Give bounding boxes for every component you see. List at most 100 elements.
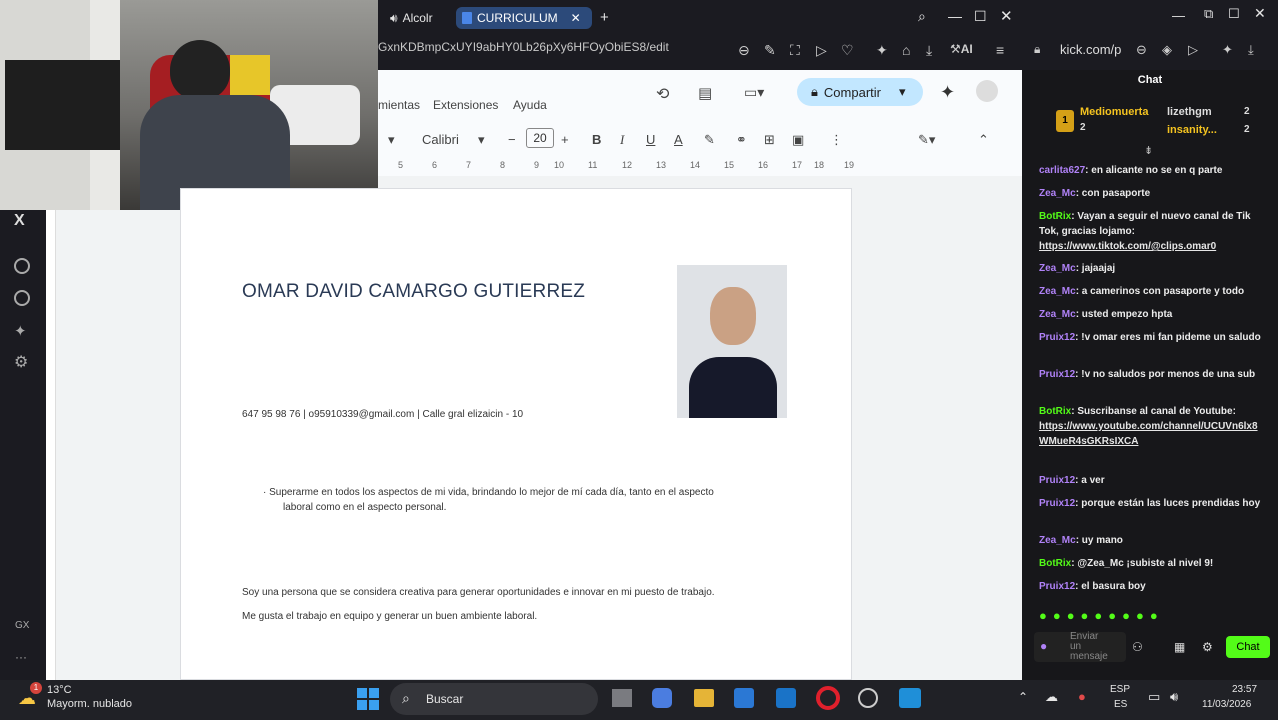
send-icon[interactable]: ▷	[1188, 42, 1198, 58]
chat-username[interactable]: Zea_Mc	[1039, 309, 1076, 320]
bold-button[interactable]: B	[592, 132, 601, 147]
chat-username[interactable]: BotRix	[1039, 558, 1071, 569]
maximize-icon[interactable]: ☐	[974, 8, 987, 25]
image-icon[interactable]: ▣	[792, 132, 804, 148]
leader-name[interactable]: insanity...	[1167, 124, 1217, 136]
search-tabs-icon[interactable]: ⌕	[918, 8, 926, 25]
chat-link[interactable]: https://www.tiktok.com/@clips.omar0	[1039, 241, 1216, 252]
extensions-icon[interactable]: ✦	[1222, 42, 1233, 58]
network-icon[interactable]: ▭	[1148, 689, 1160, 705]
clock-time[interactable]: 23:57	[1232, 684, 1257, 695]
chat-username[interactable]: Pruix12	[1039, 498, 1075, 509]
collapse-icon[interactable]: ⌃	[978, 132, 989, 148]
increase-size-button[interactable]: +	[561, 132, 569, 147]
menu-extensiones[interactable]: Extensiones	[433, 98, 498, 112]
font-size-input[interactable]: 20	[526, 128, 554, 148]
chat-username[interactable]: Pruix12	[1039, 475, 1075, 486]
pin-down-icon[interactable]: ⇟	[1144, 144, 1153, 157]
objective-line-2[interactable]: laboral como en el aspecto personal.	[283, 502, 446, 513]
tab-alcol[interactable]: 🔊︎ Alcolr	[384, 7, 454, 29]
chat-input[interactable]: ● Enviar un mensaje	[1034, 632, 1126, 662]
file-explorer-icon[interactable]	[694, 689, 714, 707]
shield-icon[interactable]: ◈	[1162, 42, 1172, 58]
chat-username[interactable]: Zea_Mc	[1039, 286, 1076, 297]
volume-icon[interactable]: 🔊︎	[1170, 689, 1178, 705]
add-comment-icon[interactable]: ⊞	[764, 132, 775, 148]
send-chat-button[interactable]: Chat	[1226, 636, 1270, 658]
chat-username[interactable]: Pruix12	[1039, 369, 1075, 380]
chat-username[interactable]: Pruix12	[1039, 581, 1075, 592]
extensions-icon[interactable]: ✦	[14, 322, 27, 340]
users-icon[interactable]: ⚇	[1132, 640, 1143, 654]
chevron-down-icon[interactable]: ▾	[478, 132, 485, 148]
close-window-icon[interactable]: ✕	[1000, 7, 1013, 25]
settings-icon[interactable]: ⚙	[1202, 640, 1213, 654]
close-window-icon[interactable]: ✕	[1254, 5, 1266, 22]
menu-herramientas[interactable]: mientas	[378, 98, 420, 112]
chat-username[interactable]: Pruix12	[1039, 332, 1075, 343]
address-bar[interactable]: GxnKDBmpCxUYI9abHY0Lb26pXy6HFOyObiES8/ed…	[378, 40, 669, 60]
player-icon[interactable]	[14, 258, 30, 274]
leader-name[interactable]: Mediomuerta	[1080, 106, 1148, 118]
chat-username[interactable]: Zea_Mc	[1039, 263, 1076, 274]
restore-icon[interactable]: ⧉	[1204, 6, 1213, 22]
chevron-up-icon[interactable]: ⌃	[1018, 690, 1028, 704]
store-icon[interactable]	[734, 688, 754, 708]
contact-line[interactable]: 647 95 98 76 | o95910339@gmail.com | Cal…	[242, 409, 523, 420]
task-view-icon[interactable]	[612, 689, 632, 707]
chat-link[interactable]: https://www.youtube.com/channel/UCUVn6lx…	[1039, 421, 1258, 447]
close-tab-icon[interactable]: ✕	[571, 11, 581, 25]
profile-line-2[interactable]: Me gusta el trabajo en equipo y generar …	[242, 611, 537, 622]
download-icon[interactable]: ⤓	[1248, 42, 1254, 58]
gemini-icon[interactable]: ✦	[940, 82, 955, 103]
objective-line-1[interactable]: · Superarme en todos los aspectos de mi …	[263, 487, 714, 498]
history-icon[interactable]	[14, 290, 30, 306]
editing-mode-icon[interactable]: ✎▾	[918, 132, 935, 148]
gx-label[interactable]: GX	[15, 620, 29, 631]
comment-icon[interactable]: ▤	[698, 84, 712, 102]
link-icon[interactable]: ⚭	[736, 132, 747, 148]
history-icon[interactable]: ⟲	[656, 84, 669, 104]
opera-gx-icon[interactable]	[816, 686, 840, 710]
chat-username[interactable]: carlita627	[1039, 165, 1085, 176]
chat-username[interactable]: Zea_Mc	[1039, 188, 1076, 199]
outlook-icon[interactable]	[776, 688, 796, 708]
gift-icon[interactable]: ▦	[1174, 640, 1185, 654]
mic-icon[interactable]: ●	[1040, 639, 1047, 653]
language-primary[interactable]: ESP	[1110, 684, 1130, 695]
weather-status[interactable]: Mayorm. nublado	[47, 698, 132, 710]
more-icon[interactable]: ···	[15, 650, 27, 664]
tab-curriculum[interactable]: CURRICULUM ✕	[456, 7, 592, 29]
wallet-icon[interactable]: ⌂	[902, 42, 910, 58]
clock-date[interactable]: 11/03/2026	[1202, 699, 1251, 710]
emote-bar[interactable]: ●●●●●●●●●	[1039, 608, 1259, 624]
chat-username[interactable]: BotRix	[1039, 406, 1071, 417]
ai-icon[interactable]: ⚒AI	[950, 42, 973, 56]
leader-name[interactable]: lizethgm	[1167, 106, 1212, 118]
extensions-icon[interactable]: ✦	[876, 42, 888, 59]
chat-username[interactable]: BotRix	[1039, 211, 1071, 222]
start-button[interactable]	[357, 688, 379, 710]
search-box[interactable]: ⌕ Buscar	[390, 683, 598, 715]
chat-address-bar[interactable]: kick.com/p	[1060, 42, 1121, 57]
font-family-select[interactable]: Calibri	[422, 132, 459, 147]
temperature[interactable]: 13°C	[47, 684, 72, 696]
resume-name[interactable]: OMAR DAVID CAMARGO GUTIERREZ	[242, 281, 585, 303]
underline-button[interactable]: U	[646, 132, 655, 147]
snapshot-icon[interactable]: ⛶	[790, 42, 800, 59]
app-icon[interactable]	[899, 688, 921, 708]
decrease-size-button[interactable]: −	[508, 132, 516, 147]
heart-icon[interactable]: ♡	[841, 42, 854, 59]
minimize-icon[interactable]: —	[1172, 8, 1185, 23]
zoom-icon[interactable]: ⊖	[1136, 42, 1147, 58]
settings-icon[interactable]: ⚙	[14, 352, 28, 372]
share-button[interactable]: 🔒︎ Compartir ▾	[797, 78, 923, 106]
pin-icon[interactable]: ✎	[764, 42, 776, 59]
x-twitter-icon[interactable]: X	[14, 212, 25, 230]
avatar[interactable]	[976, 80, 998, 102]
new-tab-icon[interactable]: +	[600, 9, 609, 26]
minimize-icon[interactable]: —	[948, 8, 962, 24]
style-dropdown-icon[interactable]: ▾	[388, 132, 395, 148]
send-icon[interactable]: ▷	[816, 42, 827, 59]
mic-icon[interactable]: ●	[1078, 689, 1086, 704]
